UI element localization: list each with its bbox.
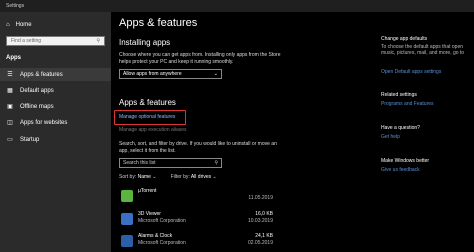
startup-icon: ▭ bbox=[7, 137, 13, 143]
filter-value: All drives bbox=[190, 174, 212, 180]
sidebar-item-label: Apps & features bbox=[20, 71, 63, 78]
window-titlebar: Settings bbox=[0, 0, 474, 12]
sidebar-item-label: Startup bbox=[20, 136, 40, 143]
manage-app-execution-aliases-link[interactable]: Manage app execution aliases bbox=[119, 127, 187, 133]
map-icon: ▣ bbox=[7, 104, 13, 110]
app-list-item-utorrent[interactable]: µTorrent 11.05.2019 bbox=[119, 187, 279, 211]
have-a-question-heading: Have a question? bbox=[381, 125, 420, 131]
web-icon: ◫ bbox=[7, 120, 13, 126]
search-icon: ⚲ bbox=[96, 38, 100, 44]
default-apps-icon: ▦ bbox=[7, 88, 13, 94]
filter-dropdown[interactable]: Filter by: All drives ⌄ bbox=[171, 174, 217, 180]
sidebar-section-title: Apps bbox=[6, 55, 21, 61]
apps-search-input[interactable]: Search this list ⚲ bbox=[119, 158, 222, 168]
app-publisher: Microsoft Corporation bbox=[138, 240, 186, 246]
app-date: 02.05.2019 bbox=[247, 240, 273, 246]
list-icon: ☰ bbox=[7, 72, 13, 78]
change-app-defaults-heading: Change app defaults bbox=[381, 36, 428, 42]
app-size: 16,0 KB bbox=[255, 211, 273, 217]
home-label: Home bbox=[15, 22, 32, 28]
manage-optional-features-link[interactable]: Manage optional features bbox=[119, 114, 175, 120]
sidebar-item-label: Offline maps bbox=[20, 103, 54, 110]
window-title: Settings bbox=[6, 3, 25, 9]
settings-search-input[interactable]: Find a setting ⚲ bbox=[6, 36, 105, 46]
page-title: Apps & features bbox=[119, 17, 198, 29]
sidebar-item-apps-features[interactable]: ☰ Apps & features bbox=[0, 68, 111, 81]
list-filters: Sort by: Name ⌄ Filter by: All drives ⌄ bbox=[119, 174, 217, 180]
programs-features-link[interactable]: Programs and Features bbox=[381, 101, 434, 107]
utorrent-icon bbox=[121, 190, 133, 202]
sidebar-home[interactable]: ⌂ Home bbox=[6, 22, 32, 28]
app-name: 3D Viewer bbox=[138, 211, 161, 217]
sidebar-item-label: Apps for websites bbox=[20, 119, 68, 126]
sort-dropdown[interactable]: Sort by: Name ⌄ bbox=[119, 174, 157, 180]
installing-apps-description: Choose where you can get apps from. Inst… bbox=[119, 52, 281, 65]
apps-features-heading: Apps & features bbox=[119, 98, 176, 107]
right-panel: Change app defaults To choose the defaul… bbox=[377, 12, 474, 252]
sort-label: Sort by: bbox=[119, 174, 137, 180]
app-size: 24,1 KB bbox=[255, 233, 273, 239]
sidebar-item-label: Default apps bbox=[20, 87, 54, 94]
make-windows-better-heading: Make Windows better bbox=[381, 158, 430, 164]
sidebar-item-apps-for-websites[interactable]: ◫ Apps for websites bbox=[0, 116, 111, 129]
related-settings-heading: Related settings bbox=[381, 92, 417, 98]
sidebar-item-offline-maps[interactable]: ▣ Offline maps bbox=[0, 100, 111, 113]
sidebar-item-default-apps[interactable]: ▦ Default apps bbox=[0, 84, 111, 97]
give-feedback-link[interactable]: Give us feedback bbox=[381, 167, 420, 173]
filter-label: Filter by: bbox=[170, 174, 190, 180]
app-list-item-alarms-clock[interactable]: Alarms & Clock Microsoft Corporation 24,… bbox=[119, 232, 279, 252]
installing-apps-heading: Installing apps bbox=[119, 38, 171, 47]
settings-search-placeholder: Find a setting bbox=[11, 38, 42, 44]
open-default-apps-link[interactable]: Open Default apps settings bbox=[381, 69, 441, 75]
app-publisher: Microsoft Corporation bbox=[138, 218, 186, 224]
home-icon: ⌂ bbox=[6, 22, 10, 28]
change-app-defaults-text: To choose the default apps that open mus… bbox=[381, 44, 465, 56]
3d-viewer-icon bbox=[121, 213, 133, 225]
sidebar-item-startup[interactable]: ▭ Startup bbox=[0, 133, 111, 146]
app-name: µTorrent bbox=[138, 188, 157, 194]
apps-list-description: Search, sort, and filter by drive. If yo… bbox=[119, 141, 277, 154]
alarms-clock-icon bbox=[121, 235, 133, 247]
apps-search-placeholder: Search this list bbox=[123, 160, 156, 166]
chevron-down-icon: ⌄ bbox=[212, 174, 217, 180]
sidebar: ⌂ Home Find a setting ⚲ Apps ☰ Apps & fe… bbox=[0, 12, 111, 252]
app-name: Alarms & Clock bbox=[138, 233, 173, 239]
search-icon: ⚲ bbox=[214, 160, 218, 166]
app-source-value: Allow apps from anywhere bbox=[123, 71, 182, 77]
sort-value: Name bbox=[137, 174, 151, 180]
app-list-item-3d-viewer[interactable]: 3D Viewer Microsoft Corporation 16,0 KB … bbox=[119, 210, 279, 234]
app-source-dropdown[interactable]: Allow apps from anywhere ⌄ bbox=[119, 69, 222, 79]
get-help-link[interactable]: Get help bbox=[381, 134, 400, 140]
chevron-down-icon: ⌄ bbox=[152, 174, 157, 180]
app-date: 11.05.2019 bbox=[248, 195, 273, 201]
chevron-down-icon: ⌄ bbox=[213, 71, 218, 77]
main-content: Apps & features Installing apps Choose w… bbox=[111, 12, 377, 252]
app-date: 10.03.2019 bbox=[247, 218, 273, 224]
